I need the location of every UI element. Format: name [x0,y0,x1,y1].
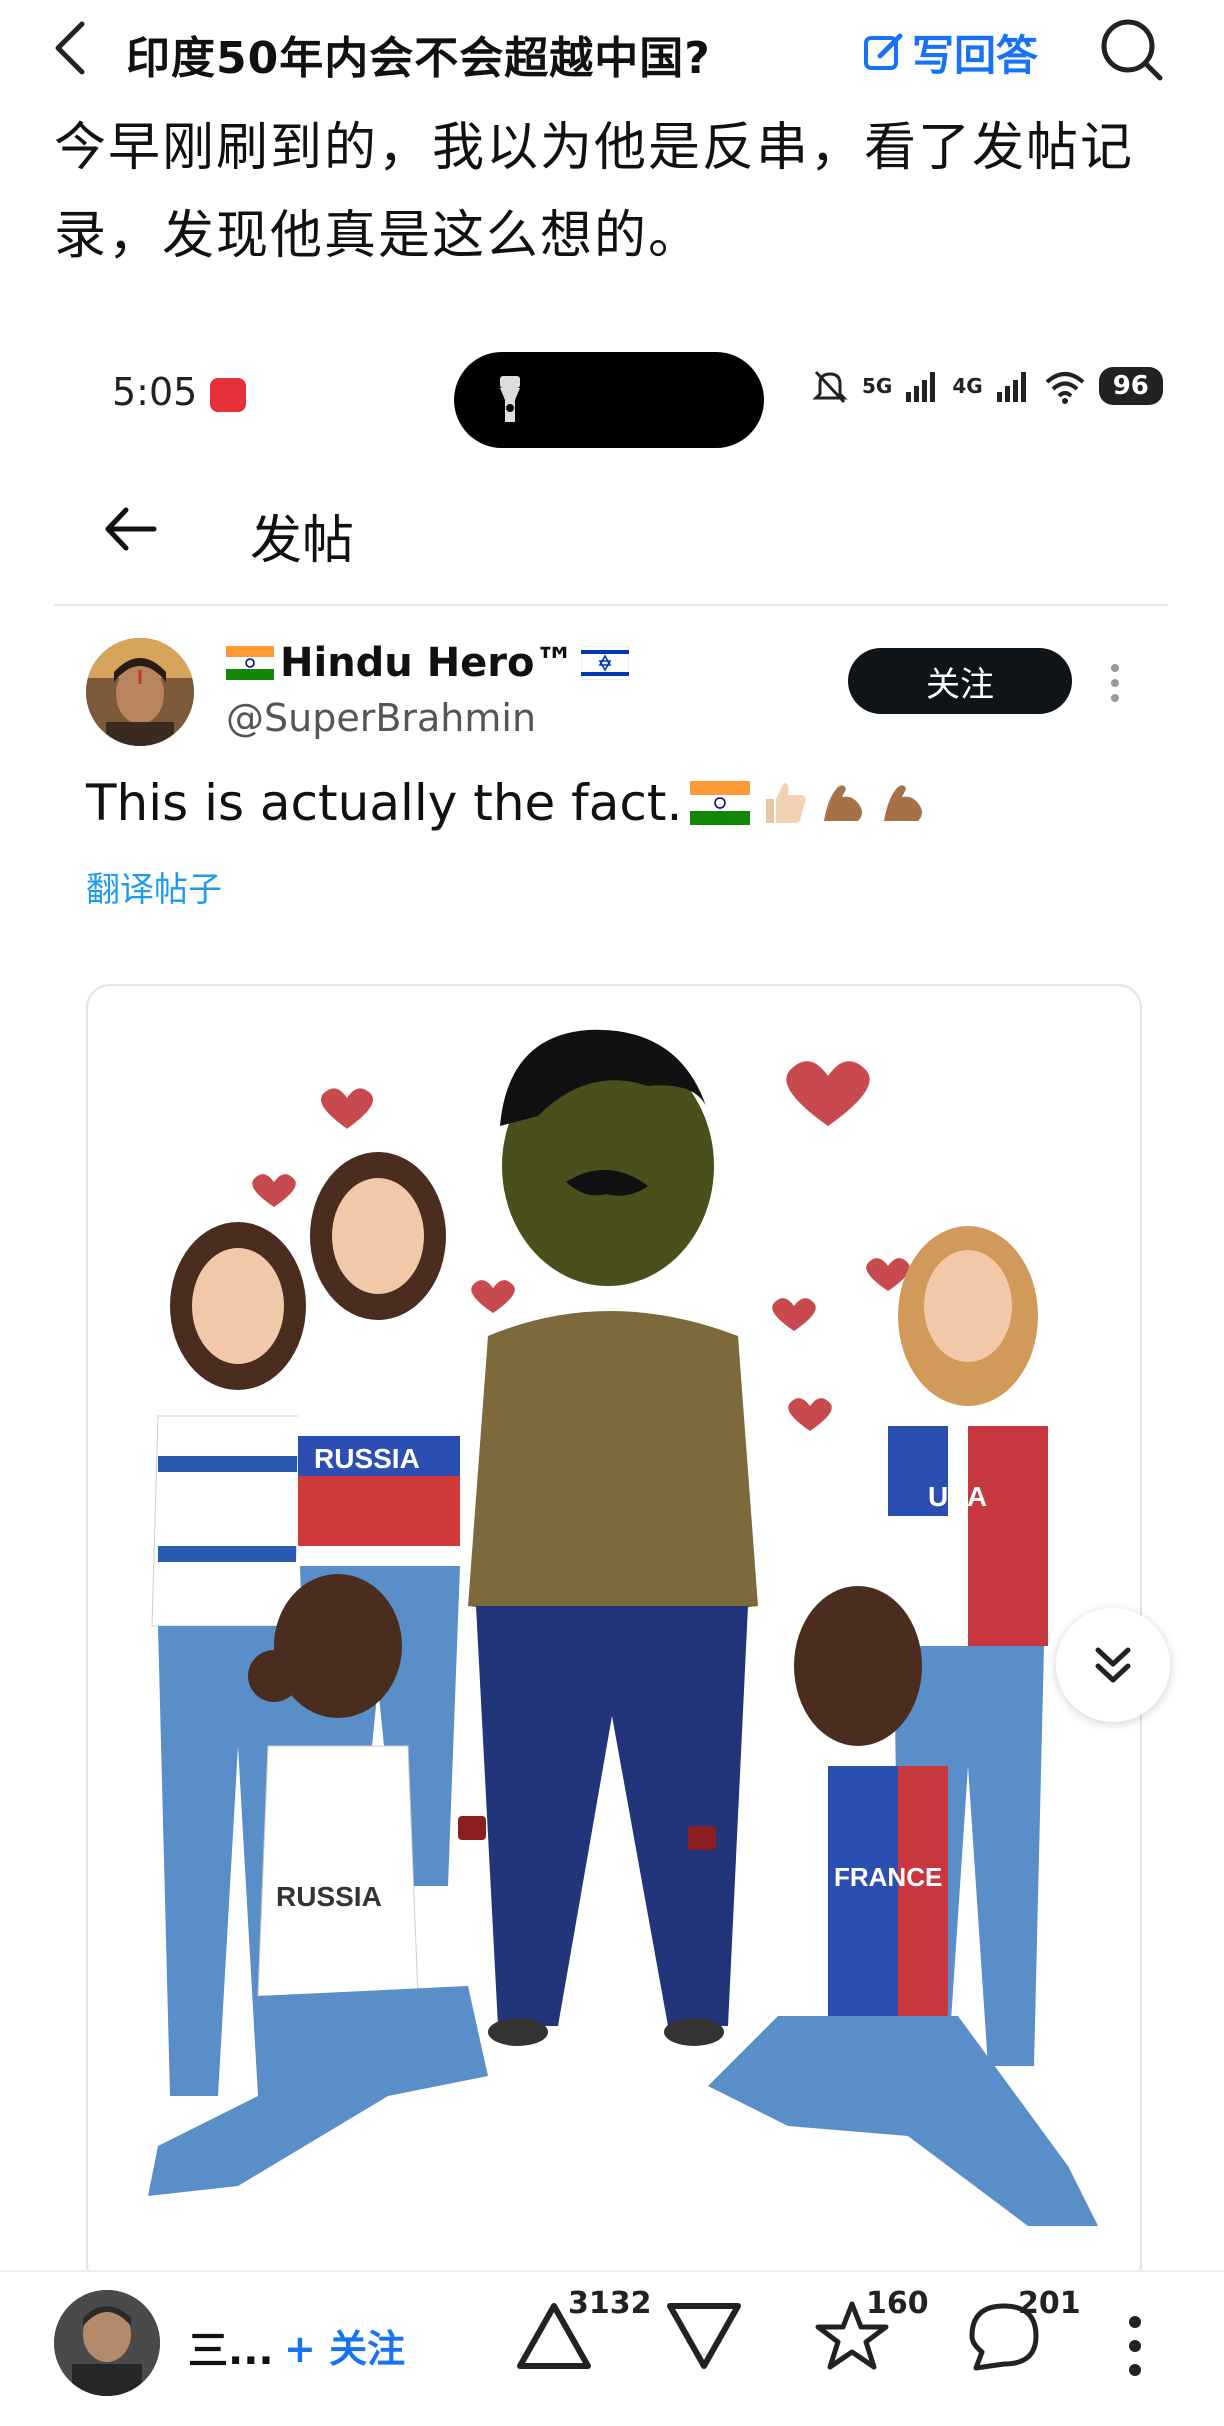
more-icon[interactable] [1120,2306,1150,2386]
israel-flag-icon [580,646,629,680]
arrow-left-icon[interactable] [100,498,162,560]
write-answer-button[interactable]: 写回答 [862,22,1038,83]
shirt-label-russia-2: RUSSIA [276,1881,382,1912]
search-icon[interactable] [1096,14,1166,84]
post-page-title: 发帖 [250,511,355,571]
answer-text: 今早刚刷到的，我以为他是反串，看了发帖记录，发现他真是这么想的。 [54,118,1135,266]
downvote-button[interactable] [664,2296,744,2380]
network-5g-label: 5G [862,374,893,398]
recording-badge [210,378,246,412]
wifi-icon [1045,372,1085,404]
answerer-avatar[interactable] [54,2290,160,2396]
double-chevron-down-icon [1095,1647,1131,1683]
shirt-label-usa: USA [928,1481,987,1512]
flashlight-icon [500,376,520,422]
upvote-count: 3132 [568,2286,652,2321]
india-flag-emoji [690,781,751,825]
more-vert-icon[interactable] [1100,658,1130,708]
answerer-name[interactable]: 三... [188,2318,274,2376]
shirt-label-france: FRANCE [834,1862,942,1892]
divider [54,604,1168,606]
question-title[interactable]: 印度50年内会不会超越中国? [126,22,711,86]
author-handle[interactable]: @SuperBrahmin [226,696,536,740]
write-answer-label: 写回答 [912,31,1039,80]
network-4g-label: 4G [952,374,983,398]
comment-count: 201 [1018,2286,1081,2321]
back-icon[interactable] [44,18,104,78]
post-text: This is actually the fact. [86,774,930,832]
shirt-label-russia-1: RUSSIA [314,1443,420,1474]
status-time: 5:05 [112,370,198,414]
battery-indicator: 96 [1098,367,1163,405]
post-image[interactable]: RUSSIA USA RUSSIA FRANCE [86,984,1142,2288]
favorite-count: 160 [866,2286,929,2321]
downvote-icon [667,2303,741,2369]
post-text-content: This is actually the fact. [86,774,683,832]
scroll-down-button[interactable] [1056,1608,1170,1722]
flexed-biceps-emoji [884,785,923,821]
flexed-biceps-emoji [824,785,863,821]
translate-post-link[interactable]: 翻译帖子 [86,862,222,911]
answerer-follow-button[interactable]: + 关注 [284,2318,405,2373]
author-name[interactable]: Hindu Hero™ [226,640,629,686]
india-flag-icon [226,646,274,680]
thumbs-up-emoji [766,783,807,823]
author-name-label: Hindu Hero™ [280,640,575,686]
status-icons: 5G 4G 96 [810,366,1163,406]
mute-icon [812,370,848,404]
edit-icon [864,33,903,70]
signal-icon [996,372,1026,402]
avatar[interactable] [86,638,194,746]
follow-button[interactable]: 关注 [848,648,1072,714]
center-man-figure [468,1029,758,2046]
signal-icon [906,372,936,402]
